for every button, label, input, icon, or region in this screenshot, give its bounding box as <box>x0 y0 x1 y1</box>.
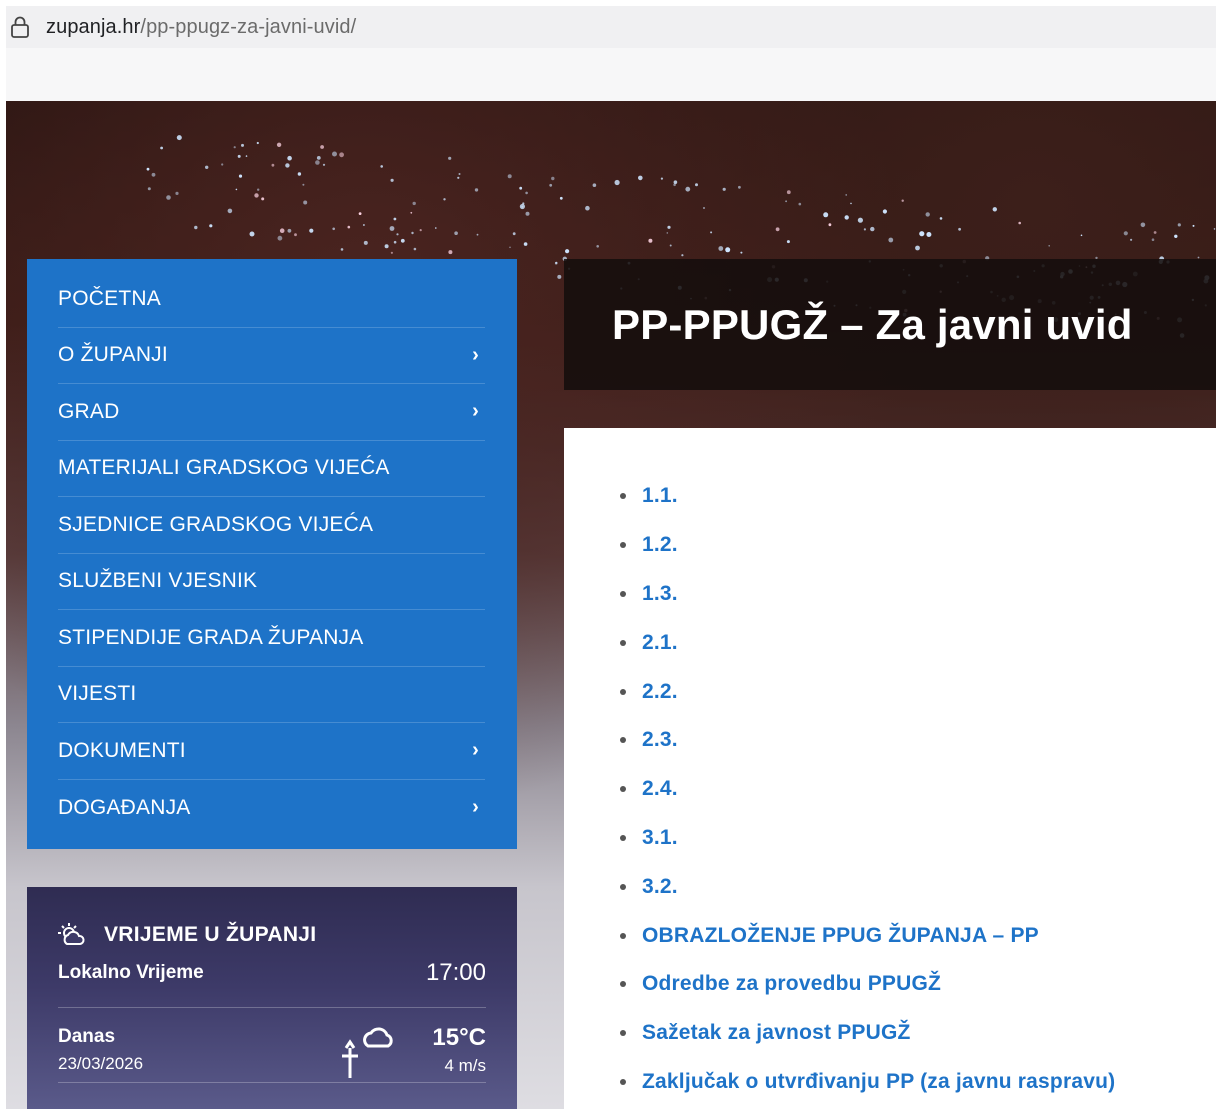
list-item: 1.1. <box>620 472 1216 521</box>
document-link[interactable]: 2.2. <box>642 680 678 704</box>
document-link[interactable]: Zaključak o utvrđivanju PP (za javnu ras… <box>642 1070 1115 1094</box>
bullet-icon <box>620 542 626 549</box>
list-item: OBRAZLOŽENJE PPUG ŽUPANJA – PP <box>620 911 1216 960</box>
local-time-value: 17:00 <box>425 959 486 986</box>
bullet-icon <box>620 590 626 597</box>
sidebar-item[interactable]: SJEDNICE GRADSKOG VIJEĆA <box>58 497 485 554</box>
list-item: 2.2. <box>620 667 1216 716</box>
sidebar-item[interactable]: GRAD › <box>58 384 485 441</box>
bullet-icon <box>620 639 626 646</box>
list-item: Zaključak o utvrđivanju PP (za javnu ras… <box>620 1058 1216 1107</box>
list-item: 1.3. <box>620 570 1216 619</box>
main-content: 1.1. 1.2. 1.3. 2.1. 2.2. 2.3. 2.4. 3.1. 3.2. OBRA… <box>564 428 1216 1109</box>
sidebar-item-label: VIJESTI <box>58 682 137 706</box>
sidebar-item-label: DOKUMENTI <box>58 738 186 762</box>
lock-icon[interactable] <box>10 16 30 38</box>
document-link[interactable]: OBRAZLOŽENJE PPUG ŽUPANJA – PP <box>642 924 1039 948</box>
chevron-right-icon[interactable]: › <box>472 796 479 819</box>
bullet-icon <box>620 786 626 793</box>
sidebar-item[interactable]: DOGAĐANJA › <box>58 780 485 837</box>
weather-title: VRIJEME U ŽUPANJI <box>104 923 317 946</box>
chevron-right-icon[interactable]: › <box>472 344 479 367</box>
partly-cloudy-icon <box>342 1027 393 1078</box>
document-link[interactable]: 1.3. <box>642 582 678 606</box>
sidebar-item-label: POČETNA <box>58 286 161 310</box>
document-list: 1.1. 1.2. 1.3. 2.1. 2.2. 2.3. 2.4. 3.1. 3.2. OBRA… <box>620 472 1216 1106</box>
list-item: 3.2. <box>620 862 1216 911</box>
page-title: PP-PPUGŽ – Za javni uvid <box>612 300 1133 348</box>
document-link[interactable]: 2.1. <box>642 631 678 655</box>
wind-speed: 4 m/s <box>444 1056 486 1075</box>
document-link[interactable]: 3.1. <box>642 826 678 850</box>
bullet-icon <box>620 834 626 841</box>
today-forecast-row: Danas 23/03/2026 15°C 4 m/s <box>58 1020 486 1080</box>
url-path: /pp-ppugz-za-javni-uvid/ <box>140 15 357 38</box>
sidebar-item[interactable]: MATERIJALI GRADSKOG VIJEĆA <box>58 441 485 497</box>
sidebar-item[interactable]: O ŽUPANJI › <box>58 328 485 384</box>
bullet-icon <box>620 981 626 988</box>
document-link[interactable]: 1.2. <box>642 533 678 557</box>
partly-sunny-icon <box>58 923 85 945</box>
sidebar-item-label: GRAD <box>58 399 120 423</box>
sidebar-item[interactable]: VIJESTI <box>58 667 485 723</box>
chevron-right-icon[interactable]: › <box>472 400 479 423</box>
bullet-icon <box>620 737 626 744</box>
browser-toolbar-strip <box>6 48 1216 101</box>
bullet-icon <box>620 688 626 695</box>
list-item: Odredbe za provedbu PPUGŽ <box>620 960 1216 1009</box>
sidebar-item-label: SJEDNICE GRADSKOG VIJEĆA <box>58 512 374 536</box>
temperature: 15°C <box>432 1024 486 1051</box>
bullet-icon <box>620 1030 626 1037</box>
address-bar[interactable]: zupanja.hr/pp-ppugz-za-javni-uvid/ <box>6 6 1216 48</box>
today-date: 23/03/2026 <box>58 1054 144 1073</box>
sidebar-item-label: MATERIJALI GRADSKOG VIJEĆA <box>58 456 390 480</box>
document-link[interactable]: 1.1. <box>642 484 678 508</box>
sidebar-item[interactable]: SLUŽBENI VJESNIK <box>58 554 485 610</box>
sidebar-item-label: DOGAĐANJA <box>58 795 191 819</box>
sidebar-item-label: SLUŽBENI VJESNIK <box>58 569 258 593</box>
local-time-row: Lokalno Vrijeme 17:00 <box>58 959 486 1008</box>
document-link[interactable]: 2.4. <box>642 777 678 801</box>
bullet-icon <box>620 1078 626 1085</box>
document-link[interactable]: Sažetak za javnost PPUGŽ <box>642 1021 911 1045</box>
list-item: 3.1. <box>620 814 1216 863</box>
sidebar-item[interactable]: STIPENDIJE GRADA ŽUPANJA <box>58 610 485 667</box>
local-time-label: Lokalno Vrijeme <box>58 962 204 983</box>
document-link[interactable]: 2.3. <box>642 728 678 752</box>
weather-widget: VRIJEME U ŽUPANJI Lokalno Vrijeme 17:00 … <box>27 887 517 1109</box>
bullet-icon <box>620 493 626 500</box>
bullet-icon <box>620 883 626 890</box>
chevron-right-icon[interactable]: › <box>472 739 479 762</box>
today-label: Danas <box>58 1026 116 1047</box>
bullet-icon <box>620 932 626 939</box>
document-link[interactable]: 3.2. <box>642 875 678 899</box>
list-item: Sažetak za javnost PPUGŽ <box>620 1009 1216 1058</box>
list-item: 2.3. <box>620 716 1216 765</box>
list-item: 1.2. <box>620 521 1216 570</box>
sidebar-item-label: O ŽUPANJI <box>58 343 168 367</box>
divider <box>58 1082 486 1083</box>
url-host: zupanja.hr <box>46 15 141 38</box>
list-item: 2.1. <box>620 618 1216 667</box>
list-item: 2.4. <box>620 765 1216 814</box>
page-title-banner: PP-PPUGŽ – Za javni uvid <box>564 259 1216 390</box>
sidebar-item[interactable]: DOKUMENTI › <box>58 723 485 780</box>
sidebar-item[interactable]: POČETNA <box>58 271 485 328</box>
sidebar-item-label: STIPENDIJE GRADA ŽUPANJA <box>58 625 364 649</box>
sidebar-menu: POČETNA O ŽUPANJI › GRAD › MATERIJALI GRADSKO… <box>27 259 517 849</box>
document-link[interactable]: Odredbe za provedbu PPUGŽ <box>642 972 941 996</box>
url-text[interactable]: zupanja.hr/pp-ppugz-za-javni-uvid/ <box>46 16 356 39</box>
